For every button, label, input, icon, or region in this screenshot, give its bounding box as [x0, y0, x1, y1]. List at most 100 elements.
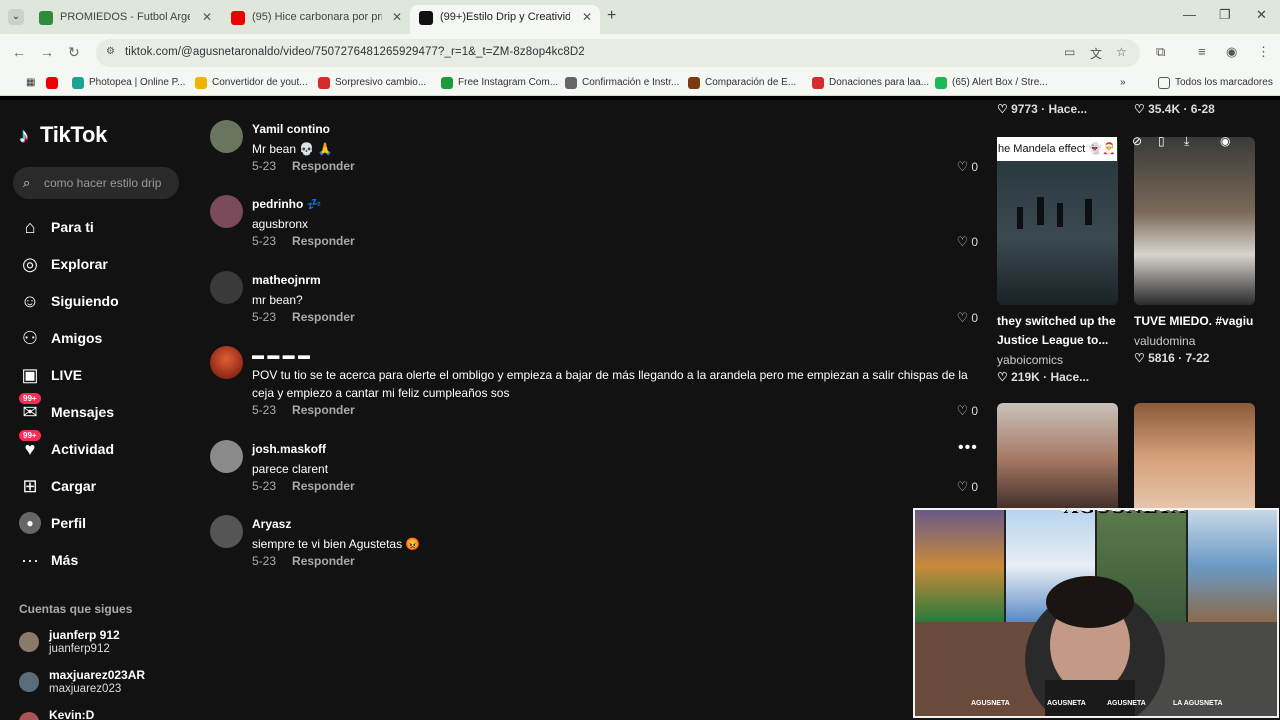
comment-meta: 5-23 Responder	[252, 403, 355, 417]
video-thumbnail[interactable]	[997, 403, 1118, 513]
bookmark-instagram[interactable]: Free Instagram Com...	[441, 77, 558, 89]
comment-more-options-icon[interactable]: •••	[958, 439, 978, 457]
nav-perfil[interactable]: ● Perfil	[19, 510, 189, 538]
nav-amigos[interactable]: ⚇ Amigos	[19, 325, 189, 353]
browser-menu-icon[interactable]: ⋮	[1257, 44, 1270, 60]
commenter-avatar[interactable]	[210, 440, 243, 473]
tiktok-logo[interactable]: ♪ TikTok	[19, 122, 107, 148]
video-title[interactable]: TUVE MIEDO. #vagiu	[1134, 312, 1264, 331]
more-bookmarks-button[interactable]: »	[1120, 77, 1126, 88]
nav-mas[interactable]: ··· Más	[19, 547, 189, 575]
comment-text: mr bean?	[252, 293, 303, 307]
commenter-avatar[interactable]	[210, 515, 243, 548]
address-bar[interactable]: ⚙ tiktok.com/@agusnetaronaldo/video/7507…	[96, 39, 1140, 67]
apps-grid-icon[interactable]: ▦	[9, 77, 35, 88]
video-title[interactable]: they switched up the Justice League to..…	[997, 312, 1127, 350]
profile-avatar-icon[interactable]: ◉	[1226, 44, 1237, 60]
forward-icon[interactable]: →	[40, 44, 54, 60]
reply-button[interactable]: Responder	[292, 159, 355, 173]
comment-username[interactable]: pedrinho 💤	[252, 197, 322, 211]
tab-close-icon[interactable]: ✕	[582, 5, 592, 30]
nav-explorar[interactable]: ◎ Explorar	[19, 251, 189, 279]
commenter-avatar[interactable]	[210, 271, 243, 304]
nav-mensajes[interactable]: ✉ 99+ Mensajes	[19, 393, 189, 427]
commenter-avatar[interactable]	[210, 195, 243, 228]
tab-youtube[interactable]: (95) Hice carbonara por primera ✕	[222, 5, 410, 34]
bookmark-convertidor[interactable]: Convertidor de yout...	[195, 77, 308, 89]
tab-search-chevron-icon[interactable]: ⌄	[8, 9, 24, 25]
reply-button[interactable]: Responder	[292, 234, 355, 248]
following-section-title: Cuentas que sigues	[19, 602, 133, 616]
media-controls-icon[interactable]: ≡	[1198, 44, 1206, 59]
video-thumbnail[interactable]	[997, 137, 1118, 305]
reload-icon[interactable]: ↻	[68, 44, 80, 61]
nav-cargar[interactable]: ⊞ Cargar	[19, 473, 189, 501]
all-bookmarks-button[interactable]: Todos los marcadores	[1158, 77, 1273, 89]
commenter-avatar[interactable]	[210, 120, 243, 153]
site-icon	[688, 77, 700, 89]
reply-button[interactable]: Responder	[292, 554, 355, 568]
restore-icon[interactable]: ❐	[1219, 7, 1231, 23]
reply-button[interactable]: Responder	[292, 403, 355, 417]
translate-icon[interactable]: 文	[1090, 45, 1102, 62]
search-input[interactable]: ⌕ como hacer estilo drip	[13, 167, 179, 199]
heart-icon: ♡	[956, 310, 969, 325]
comment-username[interactable]: matheojnrm	[252, 273, 321, 287]
reply-button[interactable]: Responder	[292, 479, 355, 493]
back-icon[interactable]: ←	[12, 44, 26, 60]
bookmark-sorpresivo[interactable]: Sorpresivo cambio...	[318, 77, 426, 89]
bookmark-donaciones[interactable]: Donaciones para laa...	[812, 77, 929, 89]
following-account[interactable]: Kevin:D	[19, 708, 189, 720]
close-window-icon[interactable]: ✕	[1256, 7, 1267, 23]
user-avatar-icon[interactable]: ◉	[1220, 134, 1230, 148]
messages-icon: ✉	[22, 402, 38, 422]
video-stat: ♡ 35.4K · 6-28	[1134, 102, 1215, 116]
tab-promiedos[interactable]: PROMIEDOS - Futbol Argentino ✕	[30, 5, 220, 34]
reply-button[interactable]: Responder	[292, 310, 355, 324]
profile-icon: ●	[19, 512, 41, 534]
video-thumbnail[interactable]	[1134, 137, 1255, 305]
bookmark-comparacion[interactable]: Comparación de E...	[688, 77, 796, 89]
comment-username[interactable]: josh.maskoff	[252, 442, 326, 456]
tiktok-favicon-icon	[419, 11, 433, 25]
like-button[interactable]: ♡ 0	[957, 234, 978, 250]
bookmark-star-icon[interactable]: ☆	[1116, 45, 1127, 59]
phone-icon[interactable]: ▯	[1158, 134, 1165, 148]
tab-close-icon[interactable]: ✕	[392, 5, 402, 30]
nav-actividad[interactable]: ♥ 99+ Actividad	[19, 430, 189, 464]
bookmark-photopea[interactable]: Photopea | Online P...	[72, 77, 185, 89]
video-thumbnail[interactable]	[1134, 403, 1255, 513]
bookmark-alertbox[interactable]: (65) Alert Box / Stre...	[935, 77, 1048, 89]
new-tab-button[interactable]: +	[607, 7, 616, 25]
extensions-icon[interactable]: ⧉	[1156, 44, 1165, 60]
bookmarks-bar: ▦ Photopea | Online P... Convertidor de …	[0, 72, 1280, 96]
like-button[interactable]: ♡ 0	[957, 403, 978, 419]
comment-username[interactable]: ▬ ▬ ▬ ▬	[252, 348, 310, 362]
video-author[interactable]: valudomina	[1134, 334, 1195, 348]
share-icon[interactable]: ⊘	[1132, 134, 1142, 148]
folder-icon	[1158, 77, 1170, 89]
comment-text: Mr bean 💀 🙏	[252, 142, 333, 156]
cast-icon[interactable]: ▭	[1064, 45, 1075, 59]
download-icon[interactable]: ⤓	[1184, 134, 1189, 149]
url-text[interactable]: tiktok.com/@agusnetaronaldo/video/750727…	[125, 46, 585, 58]
minimize-icon[interactable]: —	[1183, 7, 1196, 22]
nav-siguiendo[interactable]: ☺ Siguiendo	[19, 288, 189, 316]
tab-tiktok-active[interactable]: (99+)Estilo Drip y Creatividad c ✕	[410, 5, 600, 34]
video-author[interactable]: yaboicomics	[997, 353, 1063, 367]
comment-username[interactable]: Yamil contino	[252, 122, 330, 136]
avatar	[19, 632, 39, 652]
like-button[interactable]: ♡ 0	[957, 159, 978, 175]
following-account[interactable]: juanferp 912 juanferp912	[19, 628, 189, 662]
tab-close-icon[interactable]: ✕	[202, 5, 212, 30]
like-button[interactable]: ♡ 0	[957, 479, 978, 495]
nav-para-ti[interactable]: ⌂ Para ti	[19, 214, 189, 242]
like-button[interactable]: ♡ 0	[957, 310, 978, 326]
site-info-icon[interactable]: ⚙	[106, 46, 119, 59]
commenter-avatar[interactable]	[210, 346, 243, 379]
bookmark-confirmacion[interactable]: Confirmación e Instr...	[565, 77, 679, 89]
comment-text: siempre te vi bien Agustetas 😡	[252, 537, 421, 551]
comment-username[interactable]: Aryasz	[252, 517, 291, 531]
following-account[interactable]: maxjuarez023AR maxjuarez023	[19, 668, 189, 702]
nav-live[interactable]: ▣ LIVE	[19, 362, 189, 390]
